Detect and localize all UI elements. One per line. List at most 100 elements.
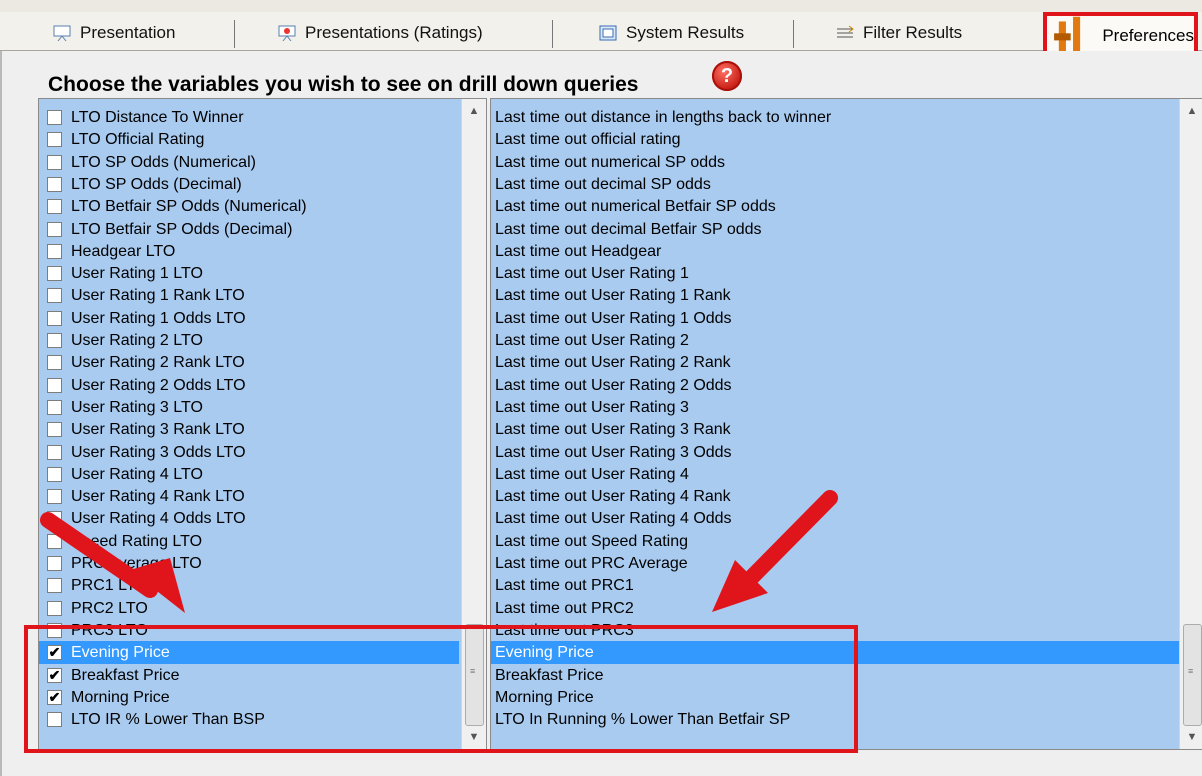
checkbox[interactable] xyxy=(47,422,62,438)
checkbox[interactable] xyxy=(47,444,62,460)
checkbox[interactable] xyxy=(47,154,62,170)
list-item[interactable]: PRC3 LTO xyxy=(39,619,459,642)
checkbox[interactable] xyxy=(47,266,62,282)
list-item[interactable]: PRC2 LTO xyxy=(39,597,459,620)
left-scrollbar[interactable]: ▲ ≡ ▼ xyxy=(461,99,486,749)
variable-description-list[interactable]: Last time out distance in lengths back t… xyxy=(490,98,1202,750)
list-item[interactable]: LTO Betfair SP Odds (Decimal) xyxy=(39,218,459,241)
list-item[interactable]: User Rating 3 LTO xyxy=(39,396,459,419)
checkbox[interactable] xyxy=(47,333,62,348)
list-item[interactable]: User Rating 4 Rank LTO xyxy=(39,485,459,508)
list-item[interactable]: Last time out User Rating 1 xyxy=(491,262,1181,285)
checkbox[interactable] xyxy=(47,556,62,571)
list-item[interactable]: LTO Official Rating xyxy=(39,128,459,151)
checkbox[interactable] xyxy=(47,288,62,304)
tab-system-results[interactable]: System Results xyxy=(598,16,744,50)
list-item[interactable]: User Rating 2 LTO xyxy=(39,329,459,352)
list-item[interactable]: ✔ Breakfast Price xyxy=(39,664,459,687)
checkbox[interactable] xyxy=(47,511,62,527)
tab-filter-results[interactable]: Filter Results xyxy=(835,16,962,50)
list-item[interactable]: Last time out User Rating 4 Rank xyxy=(491,485,1181,508)
list-item[interactable]: User Rating 1 LTO xyxy=(39,262,459,285)
checkbox[interactable] xyxy=(47,377,62,393)
checkbox[interactable]: ✔ xyxy=(47,689,62,705)
list-item[interactable]: Last time out User Rating 2 Rank xyxy=(491,351,1181,374)
list-item[interactable]: Last time out User Rating 1 Rank xyxy=(491,284,1181,307)
list-item[interactable]: Last time out User Rating 4 xyxy=(491,463,1181,486)
list-item[interactable]: Last time out Headgear xyxy=(491,240,1181,263)
list-item[interactable]: Breakfast Price xyxy=(491,664,1181,687)
checkbox[interactable] xyxy=(47,489,62,505)
right-scrollbar[interactable]: ▲ ≡ ▼ xyxy=(1179,99,1202,749)
list-item[interactable]: Last time out PRC3 xyxy=(491,619,1181,642)
list-item[interactable]: LTO SP Odds (Decimal) xyxy=(39,173,459,196)
list-item[interactable]: Headgear LTO xyxy=(39,240,459,263)
tab-label: Presentations (Ratings) xyxy=(305,23,483,42)
checkbox[interactable]: ✔ xyxy=(47,645,62,661)
list-item[interactable]: LTO In Running % Lower Than Betfair SP xyxy=(491,708,1181,731)
list-item[interactable]: Last time out User Rating 3 xyxy=(491,396,1181,419)
list-item[interactable]: Morning Price xyxy=(491,686,1181,709)
list-item[interactable]: Last time out User Rating 2 Odds xyxy=(491,374,1181,397)
scrollbar-thumb[interactable]: ≡ xyxy=(1183,624,1202,726)
list-item[interactable]: ✔ Morning Price xyxy=(39,686,459,709)
list-item[interactable]: LTO IR % Lower Than BSP xyxy=(39,708,459,731)
checkbox[interactable] xyxy=(47,600,62,616)
list-item[interactable]: Last time out official rating xyxy=(491,128,1181,151)
list-item[interactable]: User Rating 3 Odds LTO xyxy=(39,441,459,464)
checkbox[interactable] xyxy=(47,110,62,125)
checkbox[interactable] xyxy=(47,533,62,549)
list-item[interactable]: LTO Distance To Winner xyxy=(39,106,459,129)
list-item[interactable]: User Rating 1 Rank LTO xyxy=(39,284,459,307)
list-item[interactable]: Evening Price xyxy=(491,641,1181,665)
scrollbar-thumb[interactable]: ≡ xyxy=(465,624,484,726)
list-item[interactable]: PRC1 LTO xyxy=(39,574,459,597)
list-item[interactable]: Last time out Speed Rating xyxy=(491,530,1181,553)
help-icon[interactable]: ? xyxy=(712,61,742,91)
checkbox[interactable] xyxy=(47,578,62,594)
list-item[interactable]: Last time out PRC Average xyxy=(491,552,1181,575)
list-item[interactable]: User Rating 4 Odds LTO xyxy=(39,507,459,530)
tab-presentations-ratings[interactable]: Presentations (Ratings) xyxy=(277,16,483,50)
list-item[interactable]: Last time out PRC1 xyxy=(491,574,1181,597)
checkbox[interactable] xyxy=(47,132,62,148)
checkbox[interactable] xyxy=(47,176,62,192)
list-item[interactable]: Last time out User Rating 4 Odds xyxy=(491,507,1181,530)
list-item[interactable]: Last time out User Rating 3 Odds xyxy=(491,441,1181,464)
checkbox[interactable] xyxy=(47,199,62,215)
list-item[interactable]: Speed Rating LTO xyxy=(39,530,459,553)
checkbox[interactable] xyxy=(47,466,62,482)
list-item[interactable]: Last time out User Rating 1 Odds xyxy=(491,307,1181,330)
list-item[interactable]: Last time out decimal SP odds xyxy=(491,173,1181,196)
list-item[interactable]: Last time out PRC2 xyxy=(491,597,1181,620)
checkbox[interactable]: ✔ xyxy=(47,667,62,683)
list-item[interactable]: User Rating 2 Odds LTO xyxy=(39,374,459,397)
checkbox[interactable] xyxy=(47,243,62,259)
variable-checklist[interactable]: LTO Distance To Winner LTO Official Ratin… xyxy=(38,98,487,750)
list-item[interactable]: User Rating 4 LTO xyxy=(39,463,459,486)
list-item[interactable]: User Rating 3 Rank LTO xyxy=(39,418,459,441)
checkbox[interactable] xyxy=(47,221,62,237)
list-item[interactable]: User Rating 2 Rank LTO xyxy=(39,351,459,374)
list-item[interactable]: User Rating 1 Odds LTO xyxy=(39,307,459,330)
list-item[interactable]: PRC Average LTO xyxy=(39,552,459,575)
checkbox[interactable] xyxy=(47,310,62,326)
tab-presentation[interactable]: Presentation xyxy=(52,16,175,50)
list-item[interactable]: Last time out User Rating 3 Rank xyxy=(491,418,1181,441)
list-item[interactable]: Last time out decimal Betfair SP odds xyxy=(491,218,1181,241)
checkbox[interactable] xyxy=(47,355,62,371)
checkbox[interactable] xyxy=(47,399,62,415)
checkbox[interactable] xyxy=(47,712,62,728)
checkbox[interactable] xyxy=(47,622,62,638)
scroll-up-icon[interactable]: ▲ xyxy=(1180,101,1202,121)
scroll-down-icon[interactable]: ▼ xyxy=(1180,727,1202,747)
list-item[interactable]: Last time out User Rating 2 xyxy=(491,329,1181,352)
list-item[interactable]: Last time out numerical SP odds xyxy=(491,151,1181,174)
list-item[interactable]: Last time out numerical Betfair SP odds xyxy=(491,195,1181,218)
list-item[interactable]: LTO SP Odds (Numerical) xyxy=(39,151,459,174)
scroll-up-icon[interactable]: ▲ xyxy=(462,101,486,121)
list-item[interactable]: ✔ Evening Price xyxy=(39,641,459,665)
scroll-down-icon[interactable]: ▼ xyxy=(462,727,486,747)
list-item[interactable]: LTO Betfair SP Odds (Numerical) xyxy=(39,195,459,218)
list-item[interactable]: Last time out distance in lengths back t… xyxy=(491,106,1181,129)
